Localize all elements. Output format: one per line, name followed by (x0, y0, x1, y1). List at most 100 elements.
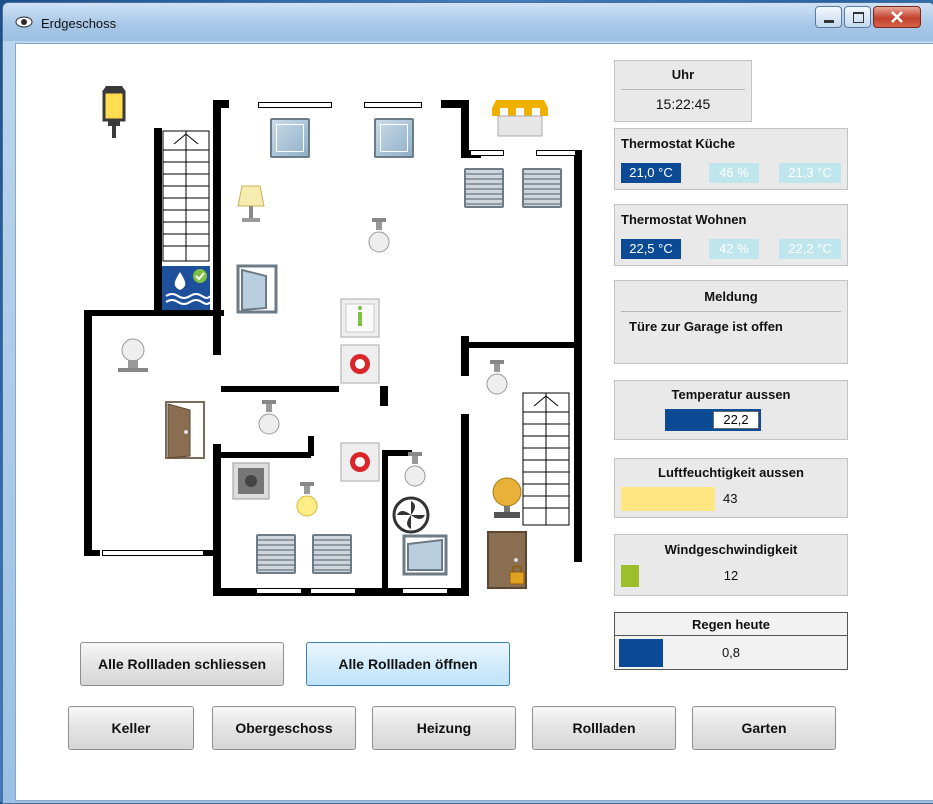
wall (469, 342, 577, 348)
ceiling-bulb-icon[interactable] (256, 400, 282, 440)
wall-window (258, 102, 332, 108)
staircase-right (522, 392, 570, 526)
nav-heizung-button[interactable]: Heizung (372, 706, 516, 750)
wall (213, 100, 221, 355)
wall-window (310, 588, 356, 594)
maximize-icon (853, 12, 864, 23)
table-lamp-icon[interactable] (236, 184, 266, 224)
wall (84, 550, 100, 556)
window-icon[interactable] (270, 118, 310, 158)
thermostat-kueche-setpoint: 21,3 °C (779, 163, 841, 183)
humidity-outside-bar (621, 487, 715, 511)
close-button[interactable] (873, 6, 921, 28)
app-window: Erdgeschoss Uhr 15:22:45 Thermostat Küch… (2, 2, 933, 804)
wall (461, 336, 469, 376)
wall-window (536, 150, 576, 156)
rain-panel: Regen heute 0,8 (614, 612, 848, 670)
thermostat-wohnen-humidity: 42 % (709, 239, 759, 259)
title-bar[interactable]: Erdgeschoss (3, 3, 933, 41)
wall (382, 450, 388, 590)
clock-time: 15:22:45 (655, 96, 711, 112)
open-window-icon[interactable] (236, 264, 278, 314)
doorbell-icon[interactable] (490, 474, 524, 520)
wall (221, 452, 311, 458)
message-panel: Meldung Türe zur Garage ist offen (614, 280, 848, 364)
message-text: Türe zur Garage ist offen (629, 319, 783, 334)
clock-label: Uhr (671, 67, 695, 82)
close-icon (891, 11, 903, 23)
thermostat-kueche-temp: 21,0 °C (621, 163, 681, 183)
shutter-icon[interactable] (312, 534, 352, 574)
fan-icon[interactable] (392, 496, 430, 534)
humidity-outside-value: 43 (723, 491, 738, 506)
wall (213, 100, 229, 108)
maximize-button[interactable] (844, 6, 871, 28)
window-title: Erdgeschoss (41, 16, 117, 31)
water-sensor-icon[interactable] (162, 266, 210, 310)
shutter-icon[interactable] (464, 168, 504, 208)
ceiling-bulb-on-icon[interactable] (294, 482, 320, 522)
wall-window (256, 588, 302, 594)
close-all-shutters-button[interactable]: Alle Rollladen schliessen (80, 642, 284, 686)
eye-icon (15, 16, 33, 28)
divider (615, 635, 847, 636)
alarm-button-icon[interactable] (340, 442, 380, 482)
ceiling-bulb-icon[interactable] (484, 360, 510, 400)
temp-outside-label: Temperatur aussen (671, 387, 791, 402)
outdoor-lamp-icon[interactable] (96, 84, 132, 140)
open-door-icon[interactable] (164, 400, 206, 460)
thermostat-wohnen-temp: 22,5 °C (621, 239, 681, 259)
floor-plan (16, 44, 606, 624)
wall (84, 310, 92, 556)
garage-door-opening (102, 550, 204, 556)
nav-rollladen-button[interactable]: Rollladen (532, 706, 676, 750)
wind-panel: Windgeschwindigkeit 12 (614, 534, 848, 596)
thermostat-kueche-label: Thermostat Küche (621, 136, 736, 151)
wall-window (402, 588, 448, 594)
nav-keller-button[interactable]: Keller (68, 706, 194, 750)
tilted-window-icon[interactable] (402, 534, 448, 576)
wall (461, 414, 469, 596)
wall (380, 386, 388, 406)
thermostat-kueche-humidity: 46 % (709, 163, 759, 183)
wall (308, 436, 314, 456)
client-area: Uhr 15:22:45 Thermostat Küche 21,0 °C 46… (15, 43, 933, 801)
humidity-outside-label: Luftfeuchtigkeit aussen (658, 465, 804, 480)
thermostat-wohnen-label: Thermostat Wohnen (621, 212, 747, 227)
temp-outside-value: 22,2 (713, 411, 759, 429)
wall (154, 128, 162, 314)
shutter-icon[interactable] (522, 168, 562, 208)
thermostat-kueche-panel: Thermostat Küche 21,0 °C 46 % 21,3 °C (614, 128, 848, 190)
nav-obergeschoss-button[interactable]: Obergeschoss (212, 706, 356, 750)
message-label: Meldung (704, 289, 758, 304)
minimize-icon (824, 20, 834, 23)
rain-label: Regen heute (691, 617, 770, 632)
divider (621, 89, 745, 90)
wind-value: 12 (723, 568, 739, 583)
humidity-outside-panel: Luftfeuchtigkeit aussen 43 (614, 458, 848, 518)
awning-icon[interactable] (490, 98, 550, 138)
thermostat-wohnen-setpoint: 22,2 °C (779, 239, 841, 259)
alarm-button-icon[interactable] (340, 344, 380, 384)
nav-garten-button[interactable]: Garten (692, 706, 836, 750)
wall (84, 310, 224, 316)
open-all-shutters-button[interactable]: Alle Rollladen öffnen (306, 642, 510, 686)
staircase-left (162, 130, 210, 262)
thermostat-wohnen-panel: Thermostat Wohnen 22,5 °C 42 % 22,2 °C (614, 204, 848, 266)
ceiling-bulb-icon[interactable] (116, 336, 150, 380)
wall (574, 150, 582, 562)
window-icon[interactable] (374, 118, 414, 158)
wind-label: Windgeschwindigkeit (664, 542, 798, 557)
rain-value: 0,8 (721, 645, 741, 660)
camera-panel-icon[interactable] (232, 462, 270, 500)
garage-door-icon[interactable] (486, 530, 528, 590)
shutter-icon[interactable] (256, 534, 296, 574)
minimize-button[interactable] (815, 6, 842, 28)
temp-outside-panel: Temperatur aussen 22,2 (614, 380, 848, 440)
wall (461, 100, 469, 150)
divider (621, 311, 841, 312)
info-switch-icon[interactable] (340, 298, 380, 338)
ceiling-bulb-icon[interactable] (366, 218, 392, 258)
wall (221, 386, 339, 392)
ceiling-bulb-icon[interactable] (402, 452, 428, 492)
